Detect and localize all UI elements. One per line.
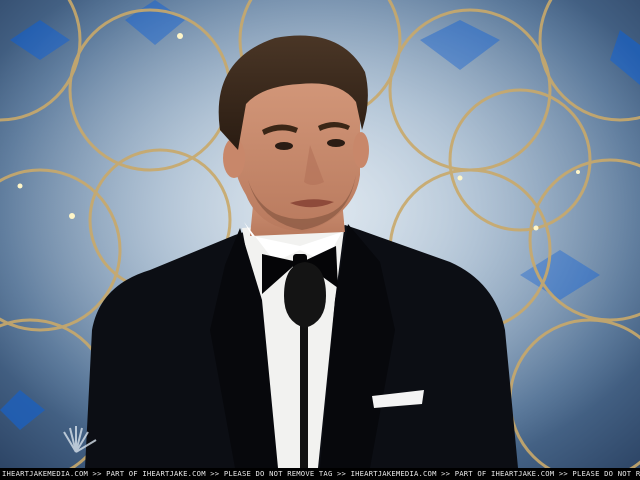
watermark-text: IHEARTJAKEMEDIA.COM >> PART OF IHEARTJAK… [2,469,640,478]
stage-scene [0,0,640,468]
ear-right [353,132,369,168]
watermark-bar: IHEARTJAKEMEDIA.COM >> PART OF IHEARTJAK… [0,468,640,480]
video-frame: IHEARTJAKEMEDIA.COM >> PART OF IHEARTJAK… [0,0,640,480]
